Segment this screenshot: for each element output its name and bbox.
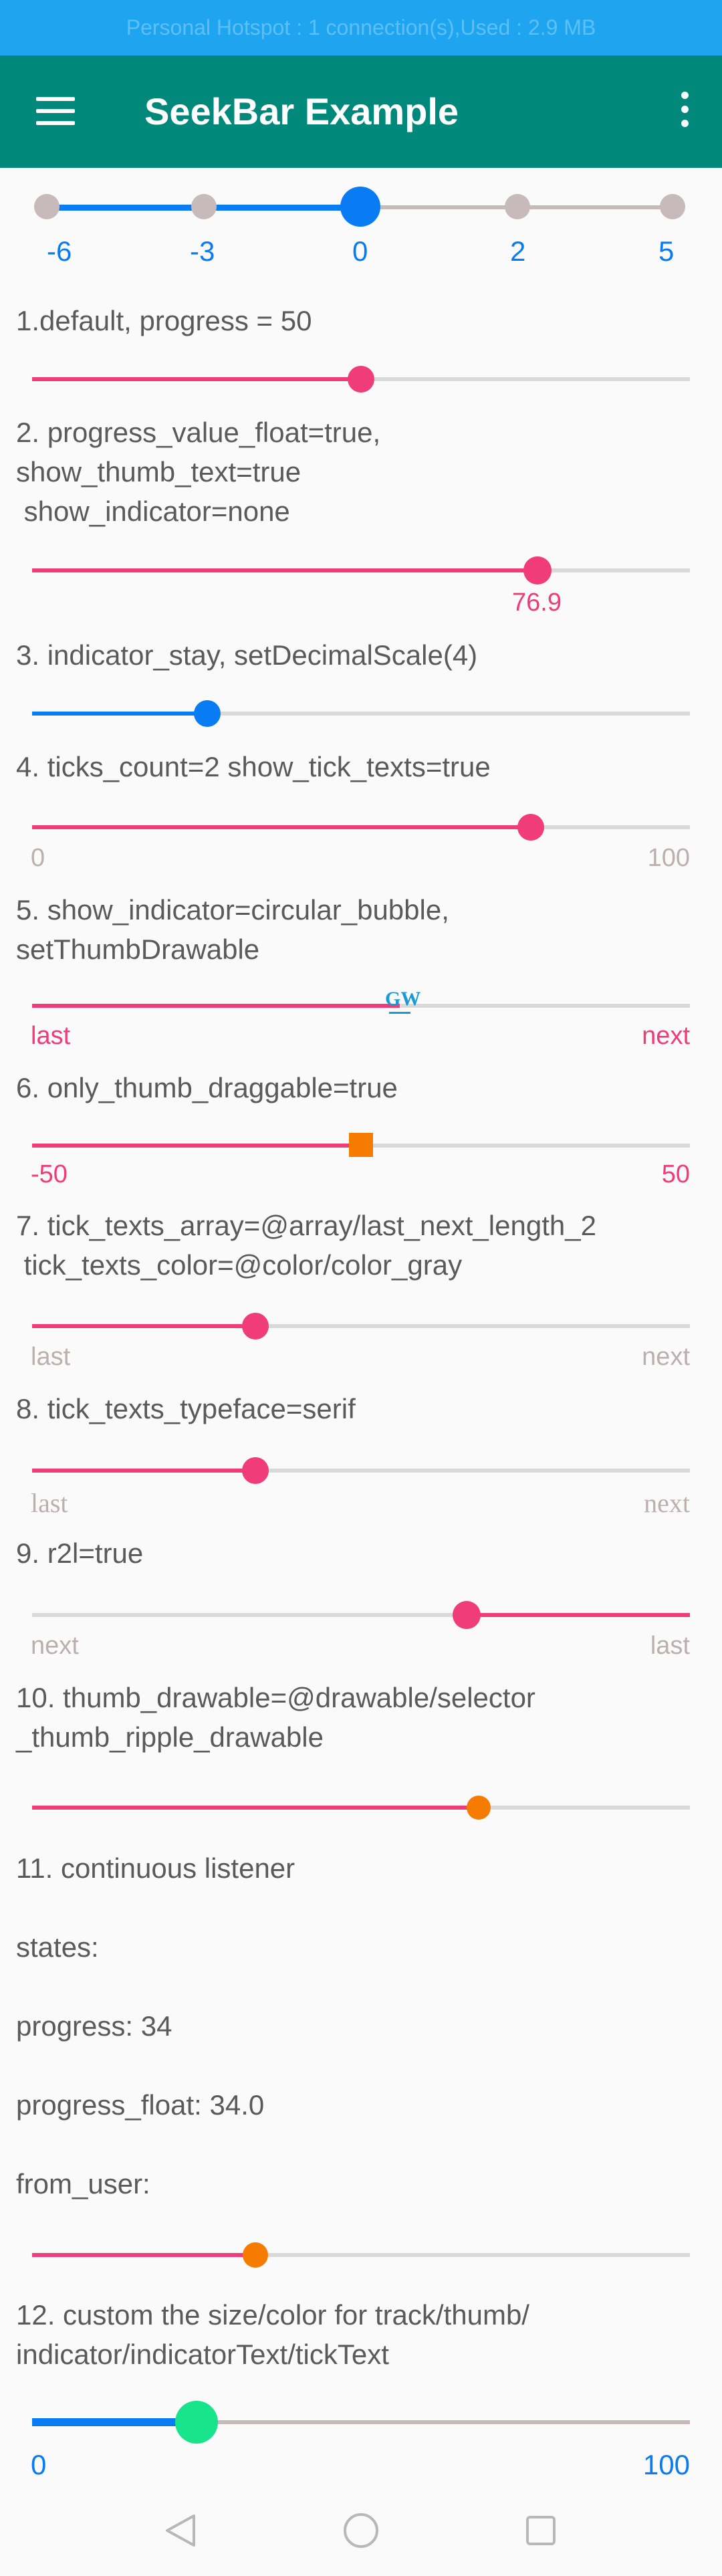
top-seekbar-tick-label: 5 — [658, 235, 675, 267]
menu-icon[interactable] — [36, 97, 75, 126]
seekbar-5-tick-left: last — [31, 1022, 71, 1050]
seekbar-10-track-active — [32, 1806, 479, 1810]
app-bar: SeekBar Example — [0, 56, 722, 168]
top-seekbar-tick — [34, 194, 59, 219]
listener-progress: progress: 34 — [16, 2010, 172, 2042]
top-seekbar-thumb[interactable] — [340, 187, 380, 227]
seekbar-4-tick-right: 100 — [647, 844, 690, 872]
top-seekbar-tick — [505, 194, 530, 219]
seekbar-5-thumb-logo[interactable]: GW — [385, 987, 420, 1022]
seekbar-1-heading: 1.default, progress = 50 — [16, 305, 312, 336]
top-seekbar-tick-label: 0 — [352, 235, 368, 267]
seekbar-10-track-inactive — [479, 1806, 690, 1810]
seekbar-1-track-active — [32, 377, 361, 381]
seekbar-9-heading: 9. r2l=true — [16, 1537, 144, 1569]
seekbar-9-track-active — [467, 1613, 690, 1617]
seekbar-10-heading: 10. thumb_drawable=@drawable/selector _t… — [16, 1682, 535, 1753]
seekbar-8-thumb[interactable] — [242, 1457, 269, 1484]
seekbar-4-track-inactive — [531, 825, 690, 829]
seekbar-2-track-active — [32, 568, 537, 572]
seekbar-6-tick-left: -50 — [31, 1160, 68, 1188]
seekbar-8-heading: 8. tick_texts_typeface=serif — [16, 1393, 356, 1424]
home-icon[interactable] — [344, 2513, 378, 2548]
seekbar-12-thumb[interactable] — [175, 2401, 218, 2444]
seekbar-7-tick-left: last — [31, 1343, 71, 1371]
seekbar-4-tick-left: 0 — [31, 844, 45, 872]
seekbar-7-thumb[interactable] — [242, 1313, 269, 1339]
seekbar-4-thumb[interactable] — [517, 814, 544, 841]
seekbar-2-heading: 2. progress_value_float=true, show_thumb… — [16, 417, 381, 527]
seekbar-4-heading: 4. ticks_count=2 show_tick_texts=true — [16, 751, 491, 782]
seekbar-1-track-inactive — [361, 377, 690, 381]
seekbar-7-tick-right: next — [642, 1343, 690, 1371]
seekbar-12-heading: 12. custom the size/color for track/thum… — [16, 2299, 529, 2370]
seekbar-7-heading: 7. tick_texts_array=@array/last_next_len… — [16, 1210, 596, 1281]
seekbar-6-track-inactive — [361, 1144, 690, 1148]
more-options-icon[interactable] — [678, 92, 691, 132]
seekbar-5-tick-right: next — [642, 1022, 690, 1050]
seekbar-9-thumb[interactable] — [453, 1601, 481, 1629]
seekbar-10-thumb[interactable] — [467, 1796, 491, 1820]
seekbar-3-track-active — [32, 712, 207, 716]
back-icon[interactable] — [166, 2514, 195, 2547]
seekbar-3-thumb[interactable] — [194, 700, 221, 727]
seekbar-8-track-active — [32, 1469, 255, 1473]
seekbar-5-track-active — [32, 1004, 400, 1008]
seekbar-11-track-inactive — [255, 2253, 690, 2257]
seekbar-12-track-active — [32, 2418, 197, 2426]
top-seekbar-tick — [191, 194, 217, 219]
status-bar: Personal Hotspot : 1 connection(s),Used … — [0, 0, 722, 56]
seekbar-1-thumb[interactable] — [348, 366, 374, 393]
navigation-bar — [0, 2476, 722, 2576]
seekbar-5-heading: 5. show_indicator=circular_bubble, setTh… — [16, 894, 449, 965]
seekbar-9-track-inactive — [32, 1613, 467, 1617]
listener-states: states: — [16, 1931, 99, 1963]
app-title: SeekBar Example — [144, 90, 459, 132]
seekbar-7-track-active — [32, 1324, 255, 1328]
seekbar-2-thumb-text: 76.9 — [512, 588, 562, 617]
seekbar-2-track-inactive — [537, 568, 690, 572]
seekbar-3-heading: 3. indicator_stay, setDecimalScale(4) — [16, 639, 478, 671]
seekbar-6-thumb-square[interactable] — [349, 1133, 373, 1157]
seekbar-2-thumb[interactable] — [523, 556, 552, 584]
listener-from-user: from_user: — [16, 2168, 150, 2199]
seekbar-11-track-active — [32, 2253, 255, 2257]
seekbar-8-track-inactive — [255, 1469, 690, 1473]
seekbar-8-tick-left: last — [31, 1488, 68, 1518]
seekbar-6-heading: 6. only_thumb_draggable=true — [16, 1072, 398, 1103]
top-seekbar-tick — [660, 194, 685, 219]
seekbar-5-track-inactive — [400, 1004, 690, 1008]
seekbar-3-track-inactive — [207, 712, 690, 716]
seekbar-4-track-active — [32, 825, 531, 829]
seekbar-11-thumb[interactable] — [243, 2242, 268, 2268]
seekbar-9-tick-left: next — [31, 1632, 79, 1660]
top-seekbar-tick-label: -3 — [190, 235, 215, 267]
status-bar-text: Personal Hotspot : 1 connection(s),Used … — [126, 15, 596, 39]
top-seekbar-tick-label: -6 — [47, 235, 72, 267]
seekbar-11-heading: 11. continuous listener — [16, 1852, 295, 1884]
seekbar-9-tick-right: last — [650, 1632, 690, 1660]
recents-icon[interactable] — [526, 2516, 556, 2545]
seekbar-7-track-inactive — [255, 1324, 690, 1328]
seekbar-6-tick-right: 50 — [661, 1160, 690, 1188]
listener-progress-float: progress_float: 34.0 — [16, 2089, 265, 2121]
top-seekbar-tick-label: 2 — [510, 235, 526, 267]
seekbar-6-track-active — [32, 1144, 361, 1148]
seekbar-12-track-inactive — [197, 2420, 690, 2424]
seekbar-8-tick-right: next — [644, 1488, 690, 1518]
